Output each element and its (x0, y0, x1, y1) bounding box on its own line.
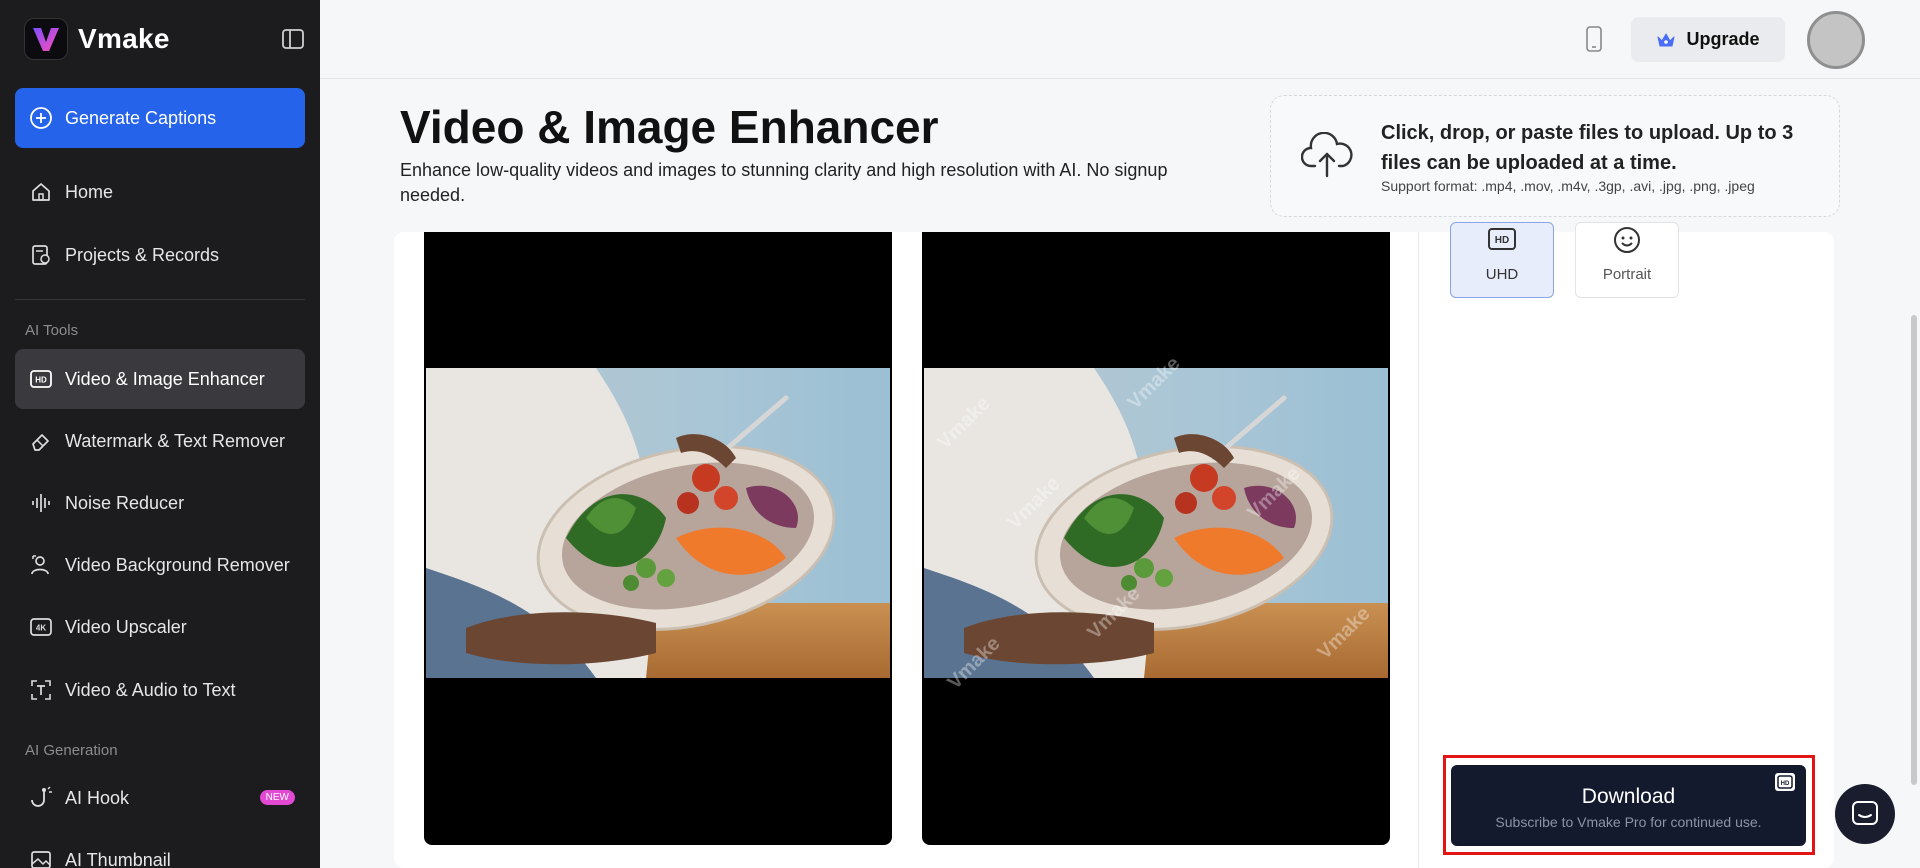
generate-captions-button[interactable]: Generate Captions (15, 88, 305, 148)
hd-icon: HD (1488, 228, 1516, 250)
sidebar-item-ai-hook[interactable]: AI Hook NEW (15, 768, 305, 828)
mode-option-portrait[interactable]: Portrait (1575, 222, 1679, 298)
sidebar-item-ai-thumbnail[interactable]: AI Thumbnail (15, 830, 305, 868)
sidebar-item-label: Noise Reducer (65, 492, 185, 513)
sidebar-item-projects[interactable]: Projects & Records (15, 225, 305, 285)
upgrade-button[interactable]: Upgrade (1631, 17, 1785, 62)
svg-text:HD: HD (35, 376, 47, 385)
eraser-icon (32, 434, 49, 451)
chat-icon (1852, 801, 1878, 825)
hd-icon: HD (1775, 773, 1795, 791)
sidebar-item-label: Video & Image Enhancer (65, 368, 265, 389)
sidebar-collapse-icon[interactable] (282, 29, 304, 49)
logo[interactable]: Vmake (24, 18, 170, 60)
sidebar-item-label: Video Upscaler (65, 616, 187, 637)
sidebar-item-label: Projects & Records (65, 244, 220, 265)
projects-icon (32, 245, 50, 265)
mode-label: Portrait (1602, 266, 1652, 283)
mobile-phone-icon[interactable] (1584, 26, 1604, 52)
sidebar-item-label: Watermark & Text Remover (65, 430, 286, 451)
sidebar-item-watermark-remover[interactable]: Watermark & Text Remover (15, 411, 305, 471)
sidebar-item-video-background-remover[interactable]: Video Background Remover (15, 535, 305, 595)
avatar[interactable] (1807, 11, 1865, 69)
panel-divider (1418, 232, 1419, 868)
thumbnail-icon (31, 851, 51, 868)
sidebar-item-label: Home (65, 181, 114, 202)
hook-icon (31, 786, 52, 807)
sidebar-item-label: AI Hook (65, 787, 130, 808)
person-bg-icon (31, 555, 49, 575)
generate-captions-label: Generate Captions (65, 107, 217, 128)
page-title: Video & Image Enhancer (400, 101, 939, 153)
waveform-icon (32, 494, 50, 512)
text-frame-icon (31, 680, 51, 700)
original-food-image (426, 368, 890, 678)
sidebar-item-video-upscaler[interactable]: 4K Video Upscaler (15, 597, 305, 657)
upload-formats: Support format: .mp4, .mov, .m4v, .3gp, … (1381, 178, 1755, 194)
sidebar-item-label: Video Background Remover (65, 554, 290, 575)
upload-dropzone[interactable]: Click, drop, or paste files to upload. U… (1270, 95, 1840, 217)
cloud-upload-icon (1301, 132, 1353, 178)
new-badge: NEW (259, 790, 295, 805)
page-subtitle: Enhance low-quality videos and images to… (400, 160, 1168, 205)
svg-text:HD: HD (1781, 781, 1790, 787)
download-subtext: Subscribe to Vmake Pro for continued use… (1495, 814, 1762, 830)
sidebar-item-label: Video & Audio to Text (65, 679, 236, 700)
download-button[interactable]: Download Subscribe to Vmake Pro for cont… (1451, 765, 1806, 846)
sidebar: Vmake Generate Captions Home Projects & … (0, 0, 320, 868)
4k-icon: 4K (30, 618, 52, 636)
mode-option-uhd[interactable]: HD UHD (1450, 222, 1554, 298)
hd-icon: HD (30, 370, 52, 388)
download-label: Download (1581, 785, 1676, 808)
enhanced-food-image (924, 368, 1388, 678)
app-name: Vmake (78, 23, 170, 54)
plus-circle-icon (30, 107, 52, 129)
crown-icon (1657, 33, 1675, 46)
sidebar-item-home[interactable]: Home (15, 162, 305, 222)
enhanced-preview: Vmake Vmake Vmake Vmake Vmake Vmake Vmak… (922, 232, 1390, 845)
home-icon (32, 183, 50, 201)
upload-instructions: Click, drop, or paste files to upload. U… (1381, 122, 1794, 174)
original-preview (424, 232, 892, 845)
sidebar-item-noise-reducer[interactable]: Noise Reducer (15, 473, 305, 533)
section-label-ai-tools: AI Tools (25, 322, 79, 339)
sidebar-item-video-audio-to-text[interactable]: Video & Audio to Text (15, 660, 305, 720)
mode-label: UHD (1485, 266, 1519, 283)
chat-support-button[interactable] (1835, 784, 1895, 844)
svg-text:HD: HD (1495, 235, 1509, 246)
smile-icon (1614, 227, 1640, 253)
vmake-logo-icon (24, 18, 68, 60)
sidebar-item-label: AI Thumbnail (65, 849, 171, 868)
sidebar-item-video-image-enhancer[interactable]: HD Video & Image Enhancer (15, 349, 305, 409)
section-label-ai-generation: AI Generation (25, 742, 118, 759)
svg-text:4K: 4K (36, 624, 46, 633)
page-scrollbar[interactable] (1911, 315, 1917, 785)
upgrade-label: Upgrade (1686, 29, 1760, 49)
sidebar-divider (15, 299, 305, 300)
